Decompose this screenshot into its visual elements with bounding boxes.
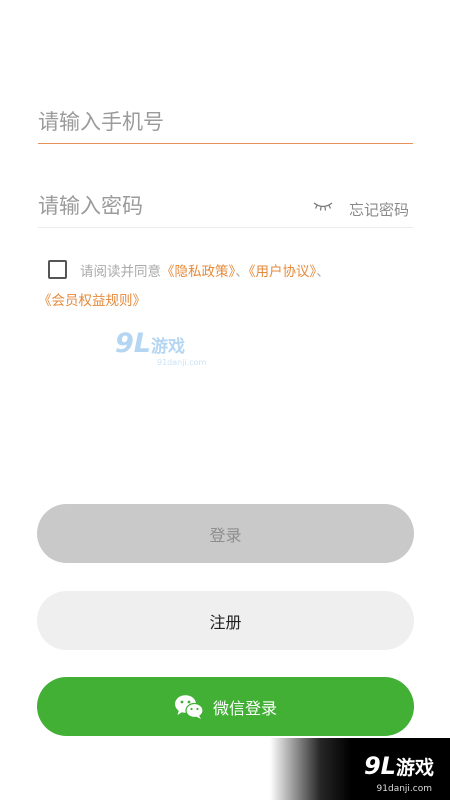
- agree-checkbox[interactable]: [48, 260, 67, 279]
- watermark-corner-num: 9L: [363, 752, 396, 780]
- agreement-prefix: 请阅读并同意: [80, 264, 161, 280]
- watermark-corner-cn: 游戏: [395, 757, 434, 779]
- agreement-line-1: 请阅读并同意《隐私政策》、《用户协议》、: [38, 258, 418, 287]
- agreement-block: 请阅读并同意《隐私政策》、《用户协议》、 《会员权益规则》: [38, 258, 418, 309]
- eye-closed-icon[interactable]: [313, 199, 333, 213]
- agreement-separator: 、: [316, 264, 330, 280]
- wechat-icon: [174, 694, 204, 719]
- agreement-line-2: 《会员权益规则》: [38, 287, 146, 316]
- watermark-corner-logo: 9L游戏: [364, 752, 434, 780]
- watermark-logo-sub: 91danji.com: [157, 358, 207, 367]
- member-rules-link[interactable]: 《会员权益规则》: [38, 293, 146, 309]
- privacy-policy-link[interactable]: 《隐私政策》: [161, 264, 235, 280]
- password-field[interactable]: 忘记密码: [38, 185, 413, 228]
- wechat-login-button[interactable]: 微信登录: [37, 677, 414, 736]
- password-input[interactable]: [38, 185, 298, 227]
- watermark-logo: 9L游戏 91danji.com: [115, 328, 206, 367]
- register-button[interactable]: 注册: [37, 591, 414, 650]
- login-button[interactable]: 登录: [37, 504, 414, 563]
- wechat-login-label: 微信登录: [212, 698, 277, 718]
- forgot-password-link[interactable]: 忘记密码: [349, 199, 409, 220]
- watermark-corner-sub: 91danji.com: [376, 784, 432, 794]
- watermark-logo-num: 9L: [115, 328, 151, 359]
- user-agreement-link[interactable]: 《用户协议》: [249, 264, 317, 280]
- phone-field[interactable]: [38, 100, 413, 144]
- watermark-logo-cn: 游戏: [151, 337, 185, 357]
- agreement-separator: 、: [235, 264, 249, 280]
- phone-input[interactable]: [38, 100, 413, 143]
